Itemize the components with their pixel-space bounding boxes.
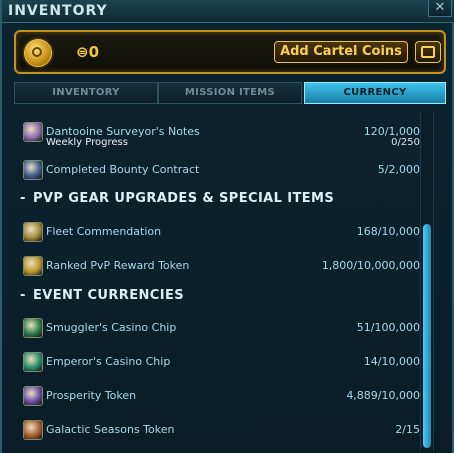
tab-mission-items[interactable]: MISSION ITEMS — [158, 82, 302, 104]
currency-value: 5/2,000 — [377, 163, 420, 176]
scrollbar-thumb[interactable] — [423, 224, 431, 448]
section-title: EVENT CURRENCIES — [33, 288, 184, 303]
scrolled-off-row — [58, 106, 418, 110]
currency-value: 4,889/10,000 — [346, 389, 420, 402]
currency-value: 168/10,000 — [356, 225, 420, 238]
currency-name: Fleet Commendation — [46, 225, 162, 238]
currency-row[interactable]: Fleet Commendation 168/10,000 — [14, 216, 427, 246]
currency-list: Dantooine Surveyor's Notes 120/1,000 Wee… — [14, 106, 446, 453]
emperor-casino-chip-icon — [23, 352, 43, 372]
tab-currency[interactable]: CURRENCY — [304, 82, 446, 104]
currency-value: 1,800/10,000,000 — [321, 259, 420, 272]
ranked-pvp-token-icon — [23, 256, 43, 276]
section-title: PVP GEAR UPGRADES & SPECIAL ITEMS — [33, 191, 335, 206]
inventory-window: INVENTORY ✕ ⊜0 Add Cartel Coins INVENTOR… — [0, 0, 454, 453]
currency-row[interactable]: Dantooine Surveyor's Notes 120/1,000 Wee… — [14, 116, 427, 152]
currency-row[interactable]: Emperor's Casino Chip 14/10,000 — [14, 346, 427, 376]
bounty-contract-icon — [23, 160, 43, 180]
currency-row[interactable]: Prosperity Token 4,889/10,000 — [14, 380, 427, 410]
currency-row[interactable]: Ranked PvP Reward Token 1,800/10,000,000 — [14, 250, 427, 280]
title-bar[interactable]: INVENTORY ✕ — [2, 0, 454, 23]
galactic-seasons-token-icon — [23, 420, 43, 440]
window-title: INVENTORY — [8, 3, 108, 19]
fleet-commendation-icon — [23, 222, 43, 242]
cartel-coin-icon — [24, 39, 52, 67]
weekly-progress-label: Weekly Progress — [46, 137, 128, 148]
currency-row[interactable]: Galactic Seasons Token 2/15 — [14, 414, 427, 444]
currency-value: 14/10,000 — [363, 355, 420, 368]
currency-name: Completed Bounty Contract — [46, 163, 200, 176]
weekly-progress-value: 0/250 — [391, 137, 420, 148]
tab-inventory[interactable]: INVENTORY — [14, 82, 158, 104]
currency-name: Smuggler's Casino Chip — [46, 321, 177, 334]
surveyor-notes-icon — [23, 122, 43, 142]
close-button[interactable]: ✕ — [428, 0, 452, 17]
smuggler-casino-chip-icon — [23, 318, 43, 338]
cartel-market-icon[interactable] — [415, 41, 441, 63]
collapse-icon[interactable]: - — [20, 191, 25, 206]
inventory-tabs: INVENTORY MISSION ITEMS CURRENCY — [14, 82, 446, 104]
currency-value: 51/100,000 — [356, 321, 420, 334]
prosperity-token-icon — [23, 386, 43, 406]
currency-name: Ranked PvP Reward Token — [46, 259, 190, 272]
currency-name: Galactic Seasons Token — [46, 423, 175, 436]
currency-row[interactable]: Smuggler's Casino Chip 51/100,000 — [14, 312, 427, 342]
currency-name: Emperor's Casino Chip — [46, 355, 171, 368]
currency-value: 2/15 — [395, 423, 420, 436]
scrollbar[interactable] — [420, 112, 434, 450]
cartel-coin-bar: ⊜0 Add Cartel Coins — [14, 30, 446, 74]
collapse-icon[interactable]: - — [20, 288, 25, 303]
section-header-pvp[interactable]: - PVP GEAR UPGRADES & SPECIAL ITEMS — [14, 186, 427, 210]
currency-name: Prosperity Token — [46, 389, 137, 402]
add-cartel-coins-button[interactable]: Add Cartel Coins — [274, 41, 408, 63]
currency-row[interactable]: Completed Bounty Contract 5/2,000 — [14, 154, 427, 184]
cartel-coin-balance: ⊜0 — [76, 43, 100, 61]
section-header-event[interactable]: - EVENT CURRENCIES — [14, 283, 427, 307]
